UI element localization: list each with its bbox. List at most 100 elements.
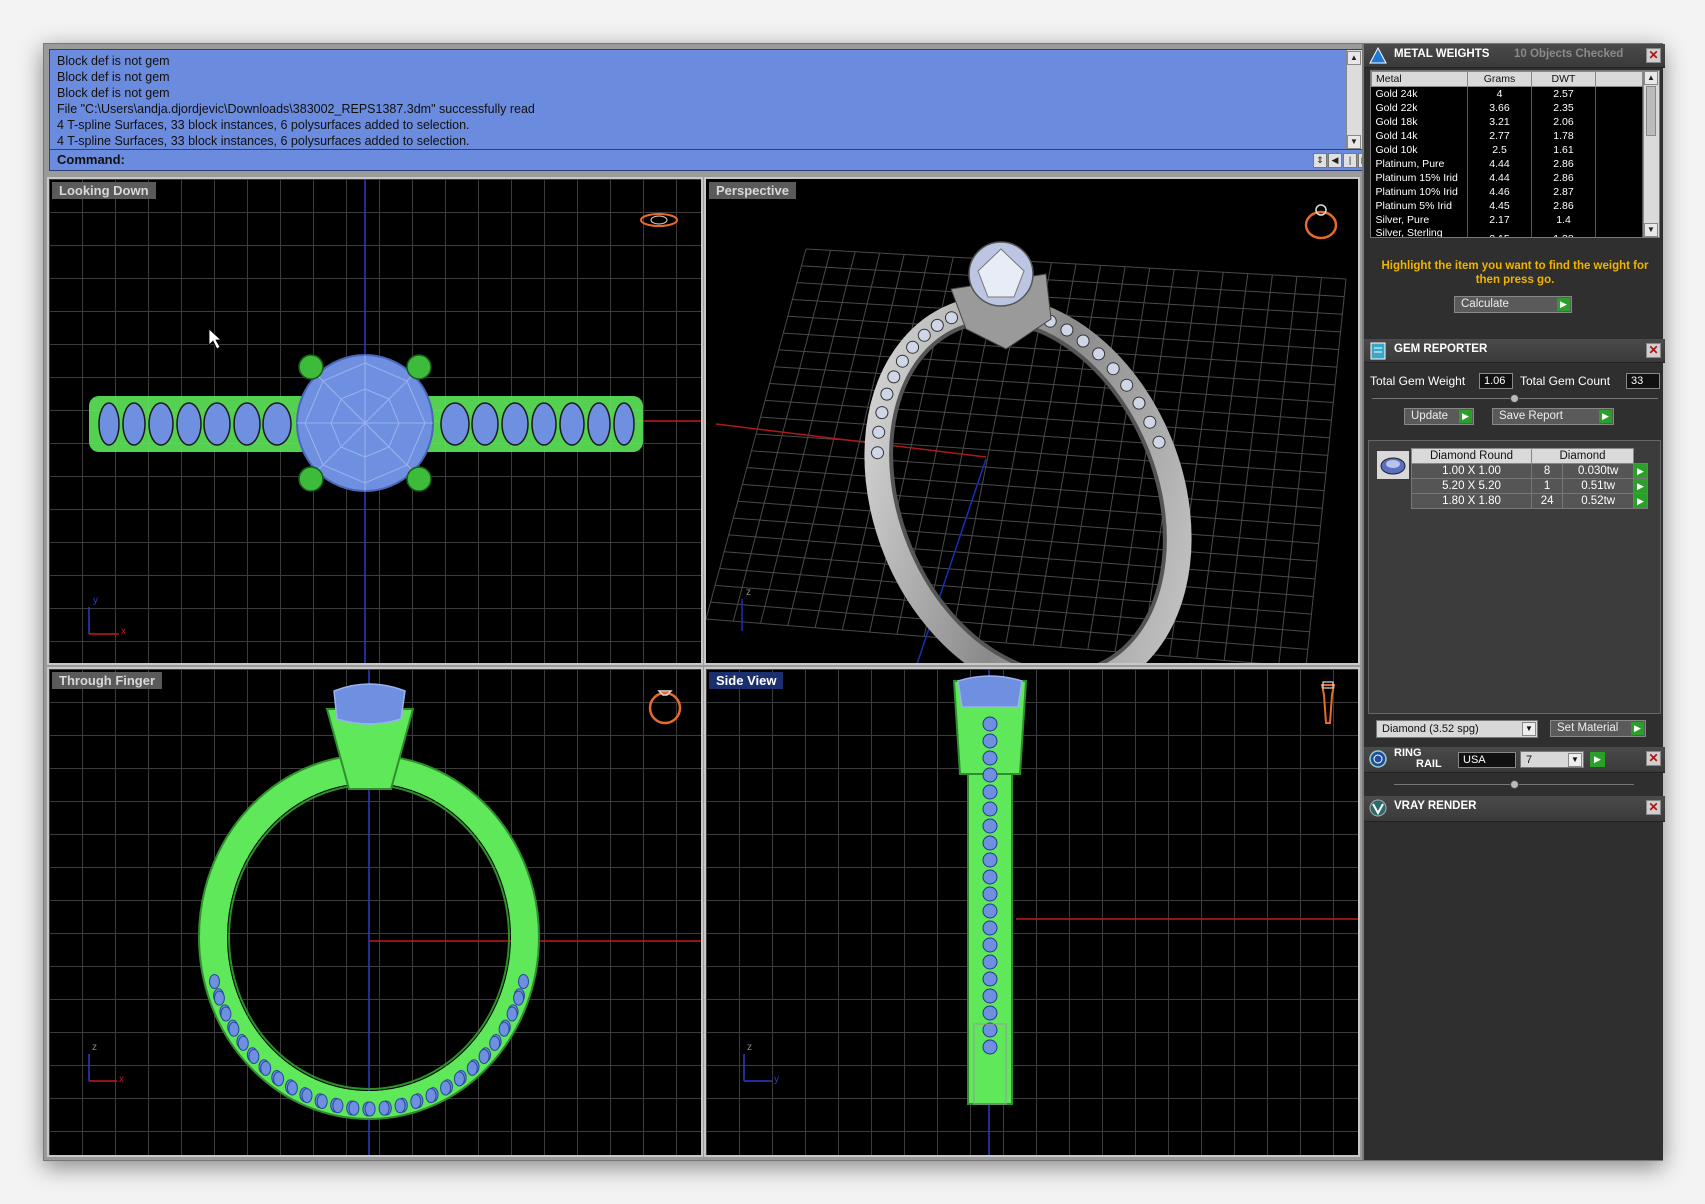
scroll-up-icon[interactable]: ▲ [1347,51,1361,65]
scroll-down-icon[interactable]: ▼ [1347,135,1361,149]
viewport-through-finger[interactable]: Through Finger z x [47,667,703,1157]
pave-stone [982,801,998,817]
gem-weight-cell: 0.52tw [1562,493,1634,509]
go-arrow-icon[interactable]: ▶ [1633,478,1648,494]
gem-table[interactable]: Diamond Round Diamond 1.00 X 1.00 8 0.030t… [1411,448,1648,509]
viewport-title[interactable]: Through Finger [52,672,163,689]
metal-weight-row[interactable]: Platinum 15% Irid 4.44 2.86 [1371,170,1643,185]
gem-row[interactable]: 5.20 X 5.20 1 0.51tw ▶ [1411,478,1648,494]
calculate-label: Calculate [1461,298,1509,310]
history-line: Block def is not gem [57,86,170,100]
go-arrow-icon[interactable]: ▶ [1590,752,1605,767]
column-spacer [1595,71,1643,87]
metal-weights-header[interactable]: METAL WEIGHTS 10 Objects Checked ✕ [1364,44,1665,68]
close-icon[interactable]: ✕ [1646,800,1661,815]
command-input[interactable] [130,152,1310,168]
metal-weights-table[interactable]: Metal Grams DWT Gold 24k 4 2.57 Gold 22k 3.6… [1370,70,1660,238]
grid-line [715,584,1310,633]
metal-name-cell: Platinum, Pure [1371,156,1468,171]
vray-render-header[interactable]: VRAY RENDER ✕ [1364,796,1665,822]
gem-row[interactable]: 1.00 X 1.00 8 0.030tw ▶ [1411,463,1648,479]
ring-thumbnail-icon[interactable] [1316,679,1340,727]
pave-stone [316,1094,328,1109]
grams-cell: 2.15 [1467,226,1532,237]
pave-stone [982,869,998,885]
update-label: Update [1411,410,1449,422]
grams-cell: 2.77 [1467,128,1532,143]
dwt-cell: 2.35 [1531,100,1596,115]
ring-thumbnail-icon[interactable] [1301,201,1341,241]
grams-cell: 3.21 [1467,114,1532,129]
column-header[interactable]: Metal [1371,71,1468,87]
metal-weights-title: METAL WEIGHTS [1394,48,1490,60]
ring-rail-icon [1369,750,1387,768]
viewport-title[interactable]: Looking Down [52,182,156,199]
go-arrow-icon[interactable]: ▶ [1633,493,1648,509]
gem-reporter-header[interactable]: GEM REPORTER ✕ [1364,339,1665,363]
metal-weight-row[interactable]: Platinum 10% Irid 4.46 2.87 [1371,184,1643,199]
gem-size-cell: 5.20 X 5.20 [1411,478,1532,494]
go-arrow-icon: ▶ [1459,410,1472,423]
calculate-button[interactable]: Calculate ▶ [1454,296,1572,313]
spin-icon[interactable]: ⇕ [1313,153,1327,168]
viewport-perspective[interactable]: Perspective z [704,177,1360,665]
save-report-button[interactable]: Save Report ▶ [1492,408,1614,425]
grid-line [742,483,1321,527]
scroll-thumb[interactable] [1646,86,1656,136]
pave-stone [982,750,998,766]
material-select[interactable]: Diamond (3.52 spg) ▼ [1376,720,1538,738]
pave-stone [489,1035,501,1051]
close-icon[interactable]: ✕ [1646,751,1661,766]
ring-size-select[interactable]: 7 ▼ [1520,751,1584,768]
metal-weights-hint: Highlight the item you want to find the … [1381,260,1649,286]
total-gem-count-label: Total Gem Count [1520,374,1611,388]
ring-rail-header[interactable]: RING RAIL USA 7 ▼ ▶ ✕ [1364,747,1665,773]
viewport-looking-down[interactable]: Looking Down y x [47,177,703,665]
history-scrollbar[interactable]: ▲ ▼ [1346,50,1362,150]
viewport-side-view[interactable]: Side View z y [704,667,1360,1157]
ring-thumbnail-icon[interactable] [639,209,679,231]
metal-name-cell: Gold 14k [1371,128,1468,143]
gem-count-cell: 8 [1530,463,1564,479]
metal-weight-row[interactable]: Platinum, Pure 4.44 2.86 [1371,156,1643,171]
metal-weight-row[interactable]: Gold 24k 4 2.57 [1371,86,1643,101]
metal-weight-row[interactable]: Platinum 5% Irid 4.45 2.86 [1371,198,1643,213]
ring-thumbnail-icon[interactable] [645,681,685,725]
metal-weight-row[interactable]: Gold 10k 2.5 1.61 [1371,142,1643,157]
metal-weights-scrollbar[interactable]: ▲ ▼ [1643,71,1659,237]
nav-left-icon[interactable]: ◀ [1328,153,1342,168]
pave-stone [982,886,998,902]
metal-weight-row[interactable]: Silver, Pure 2.17 1.4 [1371,212,1643,227]
update-button[interactable]: Update ▶ [1404,408,1474,425]
column-header[interactable]: DWT [1531,71,1596,87]
viewport-title[interactable]: Side View [709,672,784,689]
metal-weight-row[interactable]: Gold 22k 3.66 2.35 [1371,100,1643,115]
ring-rail-slider-knob[interactable] [1510,780,1519,789]
pave-stone [425,1088,437,1104]
metal-name-cell: Gold 10k [1371,142,1468,157]
set-material-button[interactable]: Set Material ▶ [1550,720,1646,737]
grid-line [746,467,1323,509]
vray-icon [1369,799,1387,817]
close-icon[interactable]: ✕ [1646,48,1661,63]
gem-row[interactable]: 1.80 X 1.80 24 0.52tw ▶ [1411,493,1648,509]
metal-weight-row[interactable]: Gold 18k 3.21 2.06 [1371,114,1643,129]
nav-pipe-icon[interactable]: | [1343,153,1357,168]
pave-stone [982,767,998,783]
gem-slider-knob[interactable] [1510,394,1519,403]
pave-stone [875,406,889,420]
grid-line [737,500,1319,545]
column-header[interactable]: Grams [1467,71,1532,87]
dwt-cell: 1.61 [1531,142,1596,157]
viewport-title[interactable]: Perspective [709,182,796,199]
scroll-down-icon[interactable]: ▼ [1644,223,1658,237]
close-icon[interactable]: ✕ [1646,343,1661,358]
set-material-label: Set Material [1557,722,1619,734]
pave-stone [982,733,998,749]
metal-weight-row[interactable]: Gold 14k 2.77 1.78 [1371,128,1643,143]
go-arrow-icon[interactable]: ▶ [1633,463,1648,479]
material-select-value: Diamond (3.52 spg) [1382,723,1479,735]
scroll-up-icon[interactable]: ▲ [1644,71,1658,85]
metal-weight-row[interactable]: Silver, Sterling (9...2.151.38 [1371,226,1643,237]
ring-size-country[interactable]: USA [1458,752,1516,768]
